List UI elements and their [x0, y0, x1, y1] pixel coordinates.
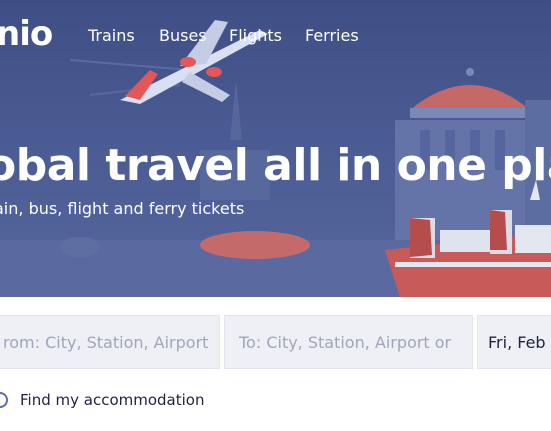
from-field[interactable]	[0, 315, 220, 369]
to-input[interactable]	[239, 316, 472, 368]
departure-date-value: Fri, Feb	[488, 332, 546, 352]
nav-item-buses[interactable]: Buses	[159, 26, 207, 45]
to-field[interactable]	[224, 315, 473, 369]
top-nav: Trains Buses Flights Ferries	[0, 26, 551, 46]
accommodation-label: Find my accommodation	[20, 391, 205, 409]
accommodation-option[interactable]: Find my accommodation	[0, 391, 204, 409]
hero-banner: nio Trains Buses Flights Ferries obal tr…	[0, 0, 551, 297]
departure-date-field[interactable]: Fri, Feb	[477, 315, 551, 369]
from-input[interactable]	[3, 316, 219, 368]
hero-subheadline: ain, bus, flight and ferry tickets	[0, 199, 245, 218]
nav-item-flights[interactable]: Flights	[229, 26, 282, 45]
search-bar: Fri, Feb	[0, 297, 551, 375]
nav-item-trains[interactable]: Trains	[88, 26, 135, 45]
accommodation-checkbox[interactable]	[0, 392, 8, 408]
hero-headline: obal travel all in one plac	[0, 140, 551, 191]
nav-item-ferries[interactable]: Ferries	[305, 26, 359, 45]
